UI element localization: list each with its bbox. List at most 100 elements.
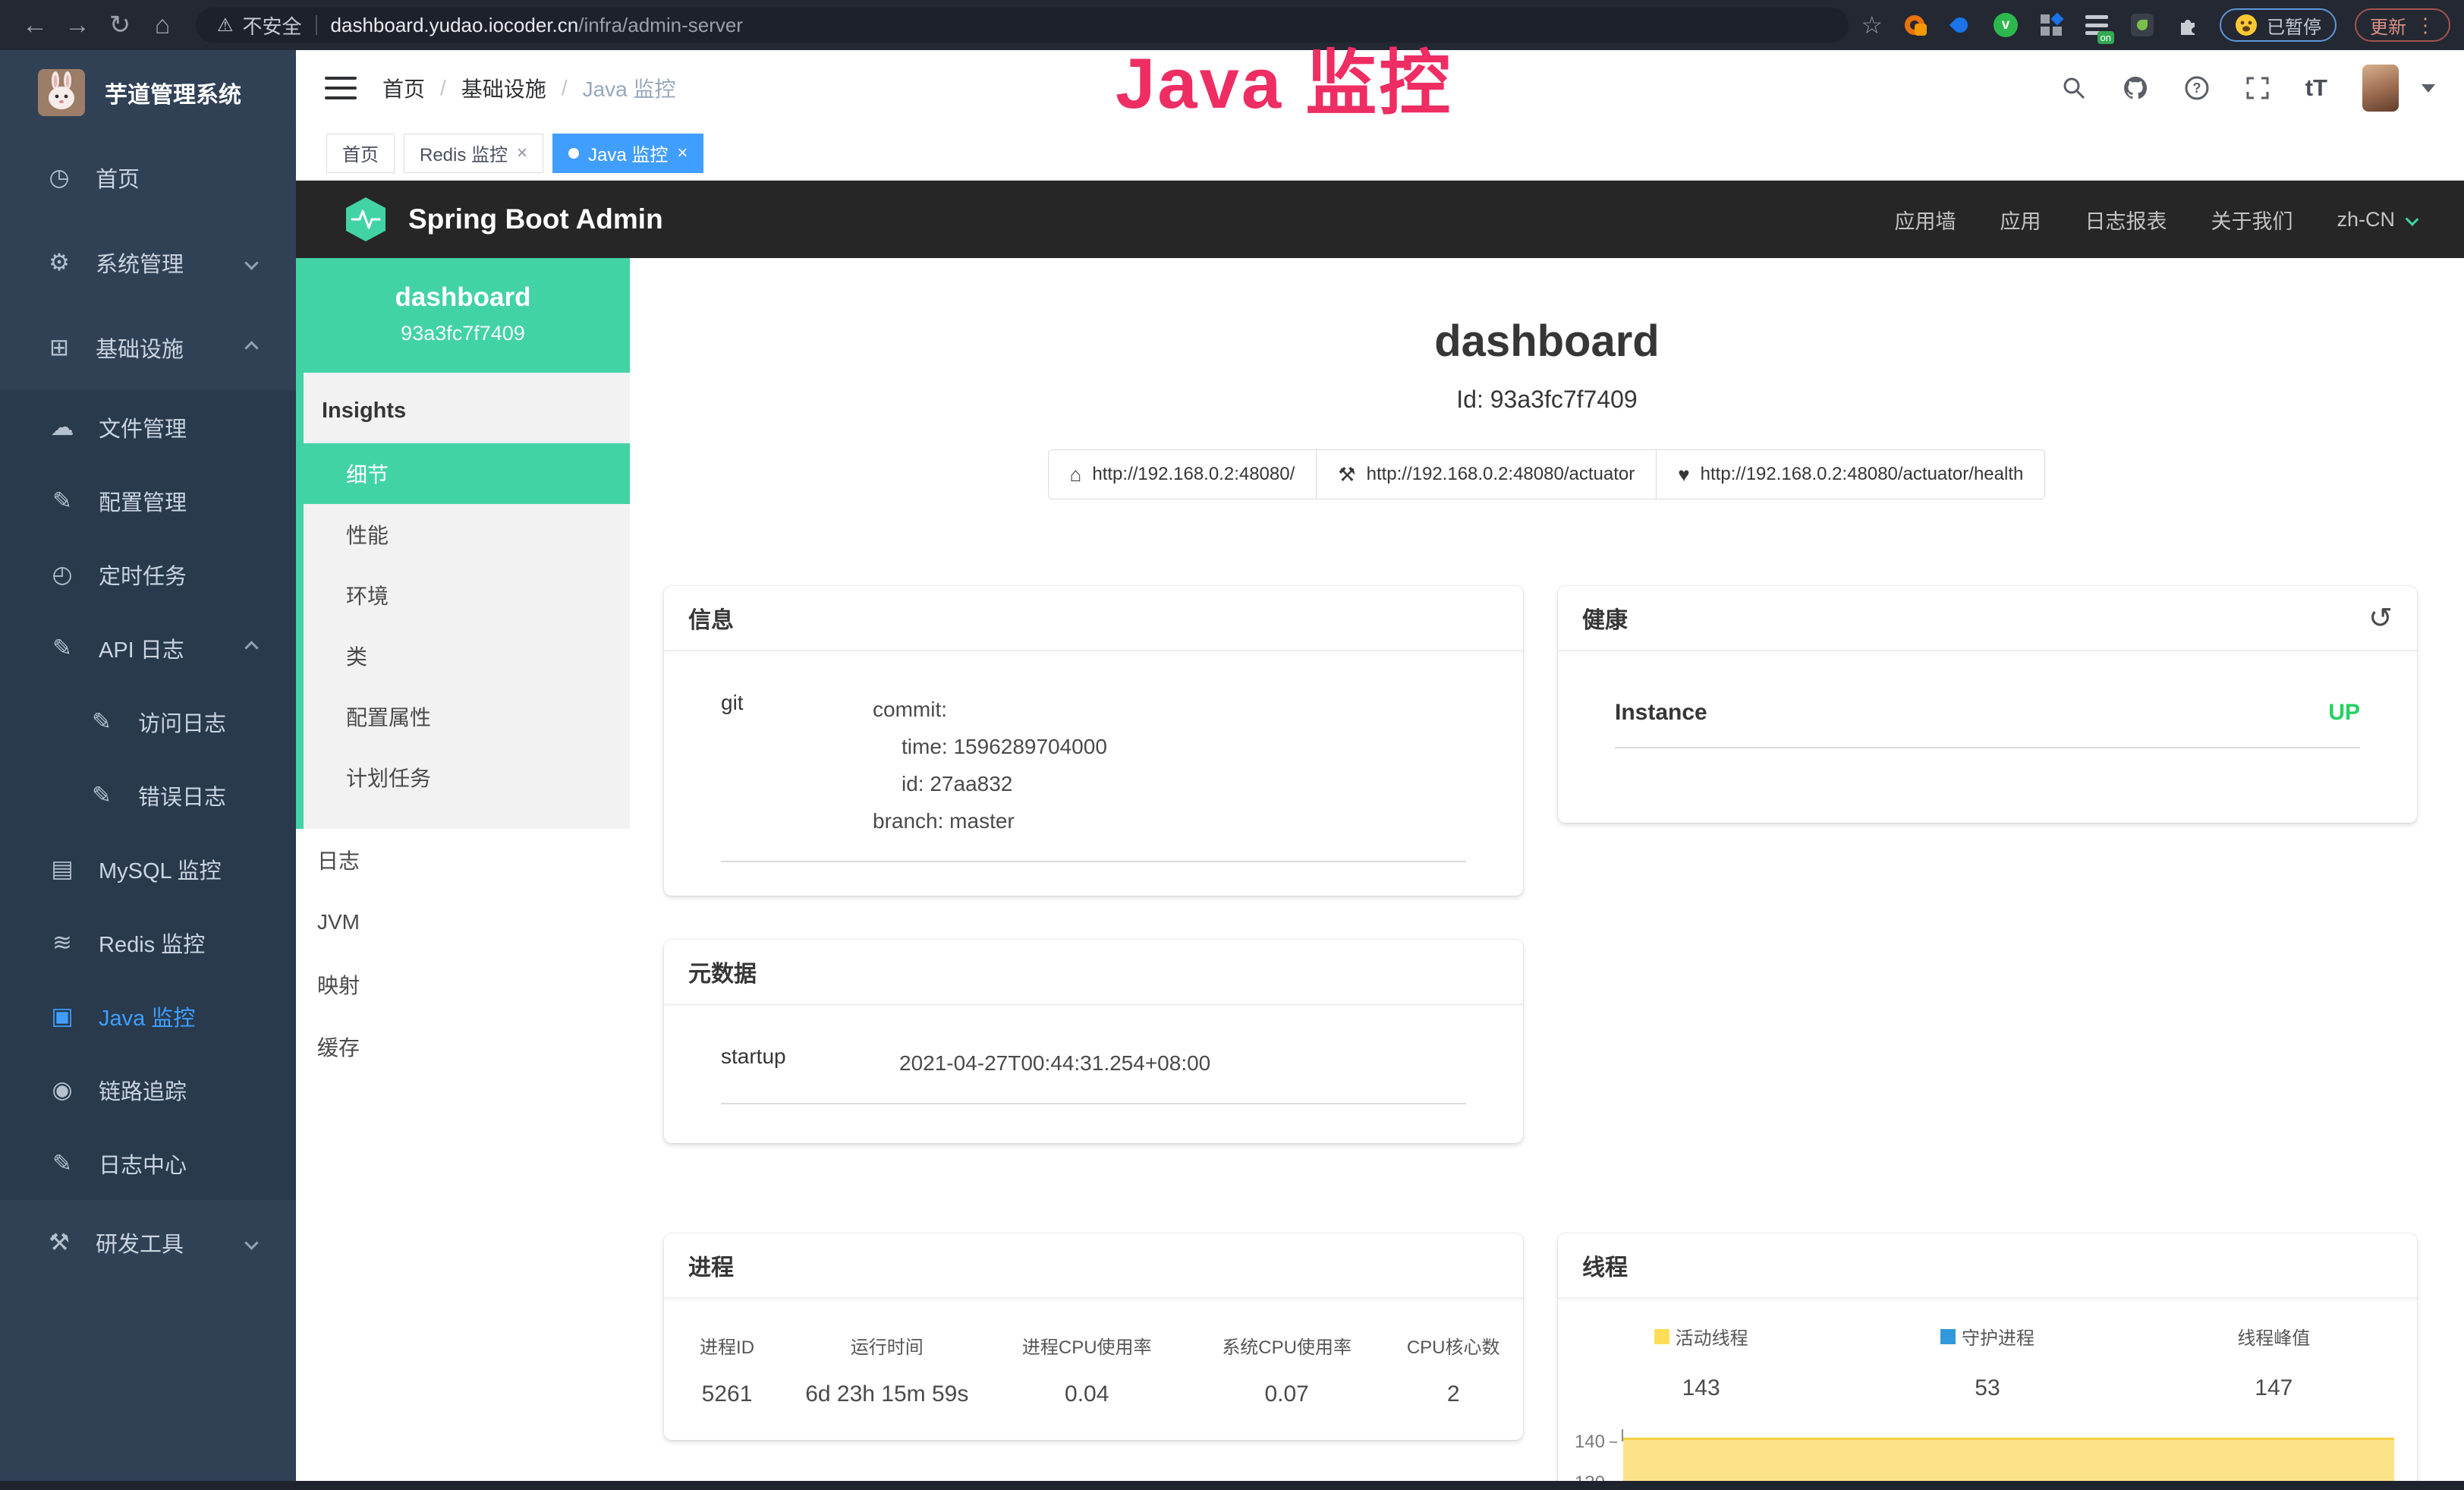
peak-threads-stat: 线程峰值 147 bbox=[2131, 1323, 2417, 1401]
sba-item-metrics[interactable]: 性能 bbox=[304, 504, 630, 565]
sidebar-item-infrastructure[interactable]: ⊞ 基础设施 bbox=[0, 305, 296, 390]
sba-item-mappings[interactable]: 映射 bbox=[296, 953, 630, 1016]
app-title: 芋道管理系统 bbox=[105, 76, 241, 109]
layers-icon: ≋ bbox=[47, 929, 77, 956]
row-divider bbox=[721, 1103, 1466, 1104]
extensions-puzzle-icon[interactable] bbox=[2174, 11, 2201, 39]
sidebar-item-label: Redis 监控 bbox=[99, 927, 205, 959]
history-icon[interactable]: ↺ bbox=[2368, 601, 2393, 635]
fullscreen-icon[interactable] bbox=[2245, 75, 2270, 101]
gear-icon: ⚙ bbox=[44, 249, 74, 276]
threads-card: 线程 活动线程 143 守护进程 53 bbox=[1558, 1233, 2417, 1490]
threads-card-title: 线程 bbox=[1558, 1233, 2417, 1299]
breadcrumb-home[interactable]: 首页 bbox=[382, 73, 425, 103]
extension-grid-icon[interactable] bbox=[2038, 11, 2065, 39]
sba-nav-applications[interactable]: 应用 bbox=[2000, 205, 2041, 235]
browser-back-icon[interactable]: ← bbox=[14, 11, 56, 40]
breadcrumb-separator: / bbox=[440, 76, 446, 100]
sba-language-selector[interactable]: zh-CN bbox=[2337, 208, 2417, 232]
sidebar-item-system[interactable]: ⚙ 系统管理 bbox=[0, 220, 296, 305]
close-icon[interactable]: × bbox=[517, 143, 527, 164]
svg-text:?: ? bbox=[2192, 80, 2201, 96]
breadcrumb-infrastructure[interactable]: 基础设施 bbox=[461, 73, 546, 103]
sba-item-classes[interactable]: 类 bbox=[304, 625, 630, 686]
app-logo-row[interactable]: 芋道管理系统 bbox=[0, 50, 296, 135]
y-tick-label: 140 bbox=[1575, 1432, 1605, 1453]
browser-update-button[interactable]: 更新 ⋮ bbox=[2355, 8, 2450, 42]
font-size-icon[interactable]: tT bbox=[2305, 74, 2327, 102]
sidebar-item-log-center[interactable]: ✎ 日志中心 bbox=[0, 1126, 296, 1200]
info-git-key: git bbox=[721, 691, 873, 840]
github-icon[interactable] bbox=[2122, 74, 2149, 102]
screen: ← → ↻ ⌂ ⚠ 不安全 dashboard.yudao.iocoder.cn… bbox=[0, 0, 2464, 1490]
sidebar-item-redis-monitor[interactable]: ≋ Redis 监控 bbox=[0, 906, 296, 979]
column-header: 进程CPU使用率 bbox=[987, 1332, 1187, 1359]
kebab-menu-icon[interactable]: ⋮ bbox=[2415, 14, 2435, 37]
sidebar-item-api-log[interactable]: ✎ API 日志 bbox=[0, 611, 296, 685]
extension-orange-ring-icon[interactable] bbox=[1901, 11, 1928, 39]
close-icon[interactable]: × bbox=[677, 143, 688, 164]
java-monitor-annotation: Java 监控 bbox=[1116, 26, 1452, 129]
url-path: /infra/admin-server bbox=[578, 14, 743, 37]
sba-instance-header[interactable]: dashboard 93a3fc7f7409 bbox=[296, 258, 630, 373]
instance-health-link[interactable]: ♥ http://192.168.0.2:48080/actuator/heal… bbox=[1656, 449, 2045, 499]
paused-badge[interactable]: 已暂停 bbox=[2220, 8, 2337, 42]
metadata-startup-row: startup 2021-04-27T00:44:31.254+08:00 bbox=[721, 1005, 1466, 1082]
home-icon: ⌂ bbox=[1070, 463, 1082, 487]
sidebar-item-file-management[interactable]: ☁ 文件管理 bbox=[0, 390, 296, 464]
bookmark-star-icon[interactable]: ☆ bbox=[1861, 11, 1883, 39]
sidebar-item-java-monitor[interactable]: ▣ Java 监控 bbox=[0, 979, 296, 1053]
metadata-card-title: 元数据 bbox=[664, 940, 1523, 1005]
sidebar-item-config-management[interactable]: ✎ 配置管理 bbox=[0, 464, 296, 537]
sba-item-jvm[interactable]: JVM bbox=[296, 891, 630, 953]
browser-reload-icon[interactable]: ↻ bbox=[99, 10, 141, 40]
sba-item-config-props[interactable]: 配置属性 bbox=[304, 686, 630, 747]
sba-item-scheduled-tasks[interactable]: 计划任务 bbox=[304, 747, 630, 808]
row-divider bbox=[721, 861, 1466, 862]
hamburger-icon[interactable] bbox=[325, 77, 357, 99]
sidebar-item-mysql-monitor[interactable]: ▤ MySQL 监控 bbox=[0, 832, 296, 906]
sba-item-logs[interactable]: 日志 bbox=[296, 829, 630, 891]
sba-item-caches[interactable]: 缓存 bbox=[296, 1016, 630, 1078]
sba-insights-group: Insights 细节 性能 环境 类 配置属性 计划任务 bbox=[296, 373, 630, 829]
instance-link-group: ⌂ http://192.168.0.2:48080/ ⚒ http://192… bbox=[630, 449, 2464, 499]
tab-home[interactable]: 首页 bbox=[326, 134, 395, 173]
sba-nav-about[interactable]: 关于我们 bbox=[2211, 205, 2292, 235]
sba-item-environment[interactable]: 环境 bbox=[304, 565, 630, 625]
sba-item-details[interactable]: 细节 bbox=[304, 443, 630, 504]
instance-actuator-link[interactable]: ⚒ http://192.168.0.2:48080/actuator bbox=[1316, 449, 1657, 499]
health-instance-key: Instance bbox=[1615, 700, 1707, 726]
sba-brand-title: Spring Boot Admin bbox=[408, 203, 663, 235]
sba-nav-journal[interactable]: 日志报表 bbox=[2085, 205, 2167, 235]
update-button-label: 更新 bbox=[2370, 12, 2406, 39]
paused-badge-label: 已暂停 bbox=[2267, 12, 2321, 39]
browser-home-icon[interactable]: ⌂ bbox=[141, 11, 184, 40]
sidebar-item-access-log[interactable]: ✎ 访问日志 bbox=[0, 685, 296, 758]
user-avatar[interactable] bbox=[2362, 65, 2399, 112]
sidebar-item-home[interactable]: ◷ 首页 bbox=[0, 135, 296, 220]
extension-list-on-icon[interactable]: on bbox=[2083, 11, 2110, 39]
address-bar[interactable]: ⚠ 不安全 dashboard.yudao.iocoder.cn /infra/… bbox=[196, 8, 1849, 43]
wrench-icon: ⚒ bbox=[1338, 463, 1355, 487]
extension-leaf-icon[interactable] bbox=[2129, 11, 2156, 39]
help-icon[interactable]: ? bbox=[2184, 75, 2210, 101]
extension-green-v-icon[interactable]: v bbox=[1992, 11, 2019, 39]
tab-redis-monitor[interactable]: Redis 监控 × bbox=[404, 134, 543, 173]
sidebar-item-dev-tools[interactable]: ⚒ 研发工具 bbox=[0, 1200, 296, 1285]
extension-map-pin-icon[interactable] bbox=[1946, 11, 1974, 39]
avatar-caret-icon[interactable] bbox=[2422, 84, 2435, 93]
tab-java-monitor[interactable]: Java 监控 × bbox=[552, 134, 703, 173]
sidebar-item-trace[interactable]: ◉ 链路追踪 bbox=[0, 1053, 296, 1126]
metadata-card-body: startup 2021-04-27T00:44:31.254+08:00 bbox=[664, 1005, 1523, 1104]
main-column: 首页 / 基础设施 / Java 监控 ? bbox=[296, 50, 2464, 1490]
sidebar-item-label: 访问日志 bbox=[138, 706, 226, 738]
tab-label: 首页 bbox=[342, 140, 379, 166]
sba-nav-wallboard[interactable]: 应用墙 bbox=[1894, 205, 1956, 235]
sidebar-item-error-log[interactable]: ✎ 错误日志 bbox=[0, 758, 296, 832]
sidebar-item-scheduled-jobs[interactable]: ◴ 定时任务 bbox=[0, 537, 296, 611]
browser-forward-icon[interactable]: → bbox=[56, 11, 99, 40]
edit-icon: ✎ bbox=[47, 1150, 77, 1177]
instance-home-link[interactable]: ⌂ http://192.168.0.2:48080/ bbox=[1048, 449, 1317, 499]
health-card-body: Instance UP bbox=[1558, 651, 2417, 748]
search-icon[interactable] bbox=[2061, 75, 2087, 101]
